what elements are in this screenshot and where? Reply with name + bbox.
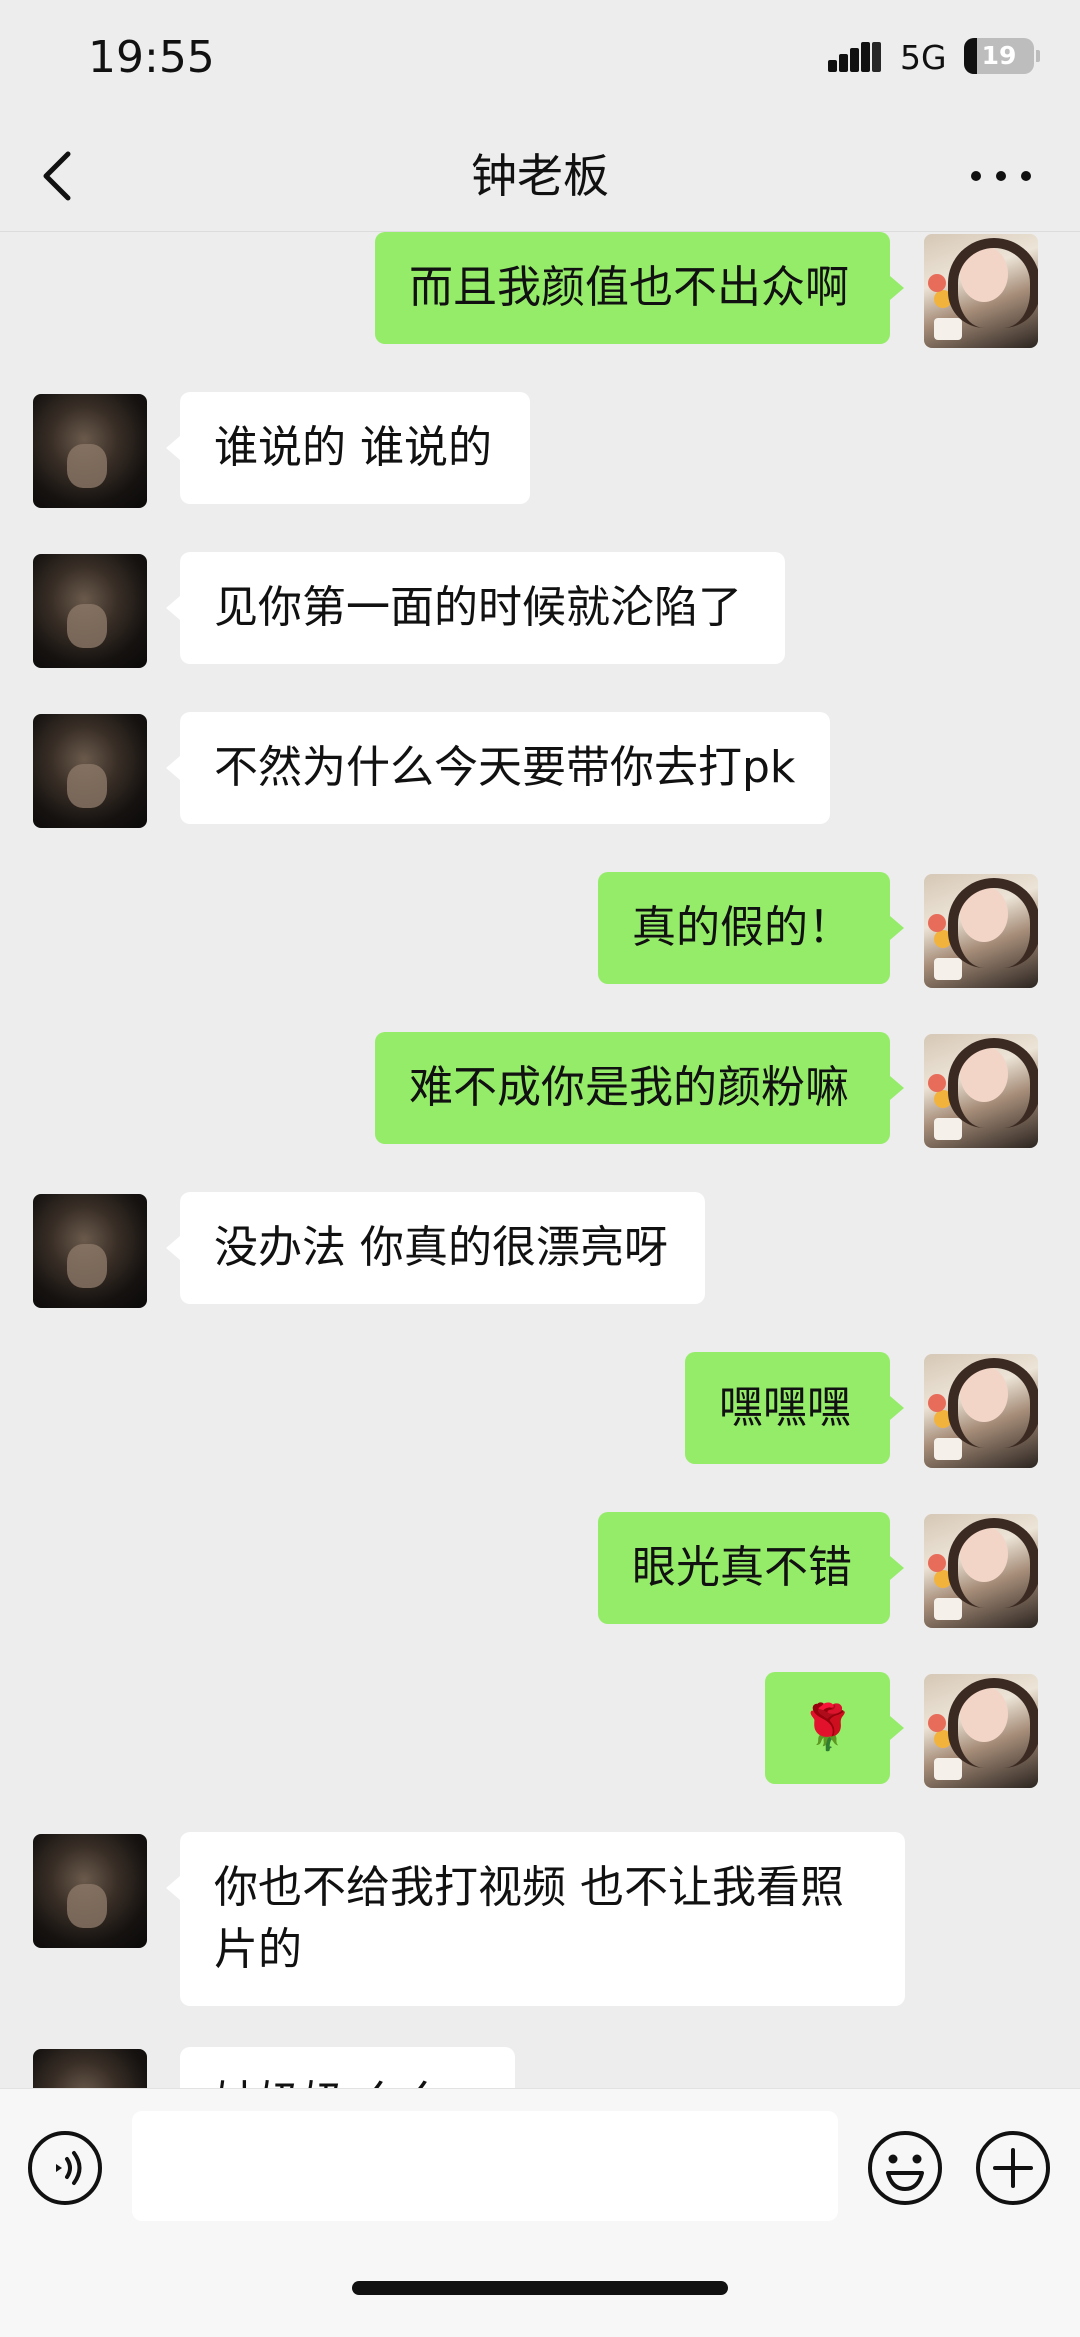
my-avatar[interactable] [924,874,1038,988]
message-bubble[interactable]: 姑奶奶 么么哒 [180,2047,515,2088]
more-dots-icon [971,171,1031,181]
contact-avatar[interactable] [33,1834,147,1948]
input-bar [0,2088,1080,2337]
message-bubble[interactable]: 见你第一面的时候就沦陷了 [166,552,785,664]
contact-avatar[interactable] [33,394,147,508]
chevron-left-icon [43,151,71,201]
contact-avatar[interactable] [33,554,147,668]
message-bubble[interactable]: 🌹 [765,1672,904,1784]
message-bubble[interactable]: 你也不给我打视频 也不让我看照 片的 [166,1832,905,2006]
my-avatar[interactable] [924,1674,1038,1788]
plus-button[interactable] [974,2129,1052,2207]
contact-avatar[interactable] [33,2049,147,2088]
emoji-icon [868,2131,942,2205]
status-time: 19:55 [88,32,215,83]
message-bubble[interactable]: 而且我颜值也不出众啊 [375,232,904,344]
contact-avatar[interactable] [33,1194,147,1308]
message-bubble[interactable]: 谁说的 谁说的 [166,392,530,504]
battery-level: 19 [981,41,1017,70]
back-button[interactable] [30,136,90,216]
message-bubble[interactable]: 难不成你是我的颜粉嘛 [375,1032,904,1144]
chat-title: 钟老板 [471,149,609,203]
message-bubble[interactable]: 真的假的！ [598,872,904,984]
contact-avatar[interactable] [33,714,147,828]
my-avatar[interactable] [924,1034,1038,1148]
message-bubble[interactable]: 嘿嘿嘿 [685,1352,904,1464]
network-label: 5G [900,38,947,77]
my-avatar[interactable] [924,234,1038,348]
signal-icon [828,42,882,72]
home-indicator [352,2281,728,2295]
battery-icon: 19 [964,38,1040,74]
message-bubble[interactable]: 没办法 你真的很漂亮呀 [166,1192,705,1304]
emoji-button[interactable] [866,2129,944,2207]
message-bubble[interactable]: 不然为什么今天要带你去打pk [166,712,830,824]
plus-icon [976,2131,1050,2205]
more-button[interactable] [966,150,1036,202]
chat-header: 钟老板 [0,120,1080,232]
my-avatar[interactable] [924,1354,1038,1468]
voice-icon [28,2131,102,2205]
voice-button[interactable] [26,2129,104,2207]
message-list[interactable]: 而且我颜值也不出众啊谁说的 谁说的见你第一面的时候就沦陷了 不然为什么今天要带你去… [0,232,1080,2088]
message-input[interactable] [132,2111,838,2221]
my-avatar[interactable] [924,1514,1038,1628]
message-bubble[interactable]: 眼光真不错 [598,1512,904,1624]
status-bar: 19:55 5G 19 [0,0,1080,120]
